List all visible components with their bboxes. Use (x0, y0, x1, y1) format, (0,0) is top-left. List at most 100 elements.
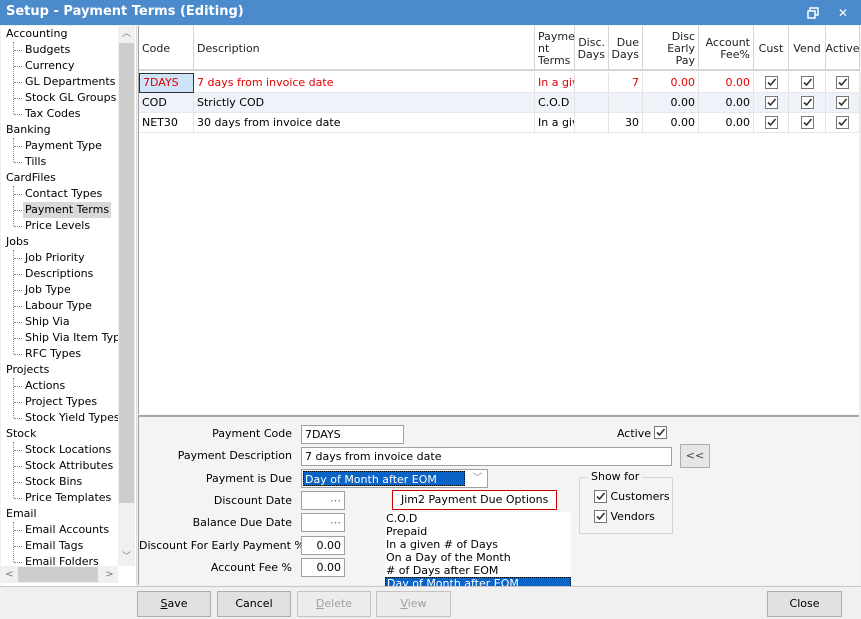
cell-terms[interactable]: In a giv (535, 73, 575, 93)
cell-disc-early[interactable]: 0.00 (643, 93, 699, 113)
chevron-down-icon[interactable]: ﹀ (468, 470, 487, 487)
table-row[interactable]: COD Strictly COD C.O.D 0.00 0.00 (139, 93, 860, 113)
checkbox[interactable] (764, 115, 778, 129)
scroll-left-icon[interactable]: < (1, 566, 18, 583)
view-button[interactable]: View (376, 591, 451, 617)
tree-horizontal-scrollbar[interactable]: < > (1, 566, 118, 583)
close-icon[interactable]: ✕ (835, 5, 851, 21)
checkbox[interactable] (800, 95, 814, 109)
checkbox[interactable] (764, 95, 778, 109)
dropdown-option[interactable]: In a given # of Days (385, 538, 571, 551)
column-header[interactable]: Cust (754, 26, 789, 71)
tree-item[interactable]: Currency (23, 58, 77, 74)
scroll-down-icon[interactable]: ﹀ (118, 549, 135, 566)
cell-fee[interactable]: 0.00 (699, 73, 754, 93)
cell-cust[interactable] (754, 73, 789, 93)
tree-group[interactable]: Projects (6, 362, 49, 378)
cell-disc-days[interactable] (575, 93, 609, 113)
cell-disc-early[interactable]: 0.00 (643, 113, 699, 133)
balance-due-date-picker[interactable]: ⋯ (301, 513, 345, 532)
checkbox[interactable] (836, 95, 849, 109)
cell-cust[interactable] (754, 93, 789, 113)
dropdown-option[interactable]: On a Day of the Month (385, 551, 571, 564)
scroll-thumb[interactable] (119, 43, 134, 503)
tree-item[interactable]: Email Folders (23, 554, 101, 566)
checkbox[interactable] (764, 75, 778, 89)
tree-item[interactable]: Price Templates (23, 490, 113, 506)
checkbox[interactable] (800, 115, 814, 129)
dropdown-option[interactable]: C.O.D (385, 512, 571, 525)
restore-icon[interactable] (805, 5, 821, 21)
table-row[interactable]: NET30 30 days from invoice date In a giv 30… (139, 113, 860, 133)
vendors-checkbox[interactable] (594, 509, 607, 523)
cell-code[interactable]: NET30 (139, 113, 194, 133)
tree-item[interactable]: Email Tags (23, 538, 85, 554)
column-header[interactable]: Active (825, 26, 860, 71)
tree-item[interactable]: RFC Types (23, 346, 83, 362)
column-header[interactable]: Disc Early Pay (643, 26, 699, 71)
tree-item[interactable]: Tills (23, 154, 48, 170)
cell-description[interactable]: Strictly COD (194, 93, 535, 113)
cell-disc-days[interactable] (575, 113, 609, 133)
cell-due-days[interactable]: 7 (609, 73, 643, 93)
cell-active[interactable] (826, 113, 860, 133)
tree-group[interactable]: CardFiles (6, 170, 56, 186)
cell-disc-days[interactable] (575, 73, 609, 93)
tree-group[interactable]: Banking (6, 122, 51, 138)
cell-code[interactable]: 7DAYS (139, 73, 194, 93)
cell-terms[interactable]: C.O.D (535, 93, 575, 113)
tree-item[interactable]: Project Types (23, 394, 99, 410)
payment-due-select[interactable]: Day of Month after EOM ﹀ (301, 469, 488, 488)
tree-item[interactable]: GL Departments (23, 74, 117, 90)
cell-terms[interactable]: In a giv (535, 113, 575, 133)
cell-vend[interactable] (789, 113, 826, 133)
tree-group[interactable]: Email (6, 506, 37, 522)
tree-item[interactable]: Labour Type (23, 298, 94, 314)
cell-fee[interactable]: 0.00 (699, 113, 754, 133)
column-header[interactable]: Description (194, 26, 535, 71)
tree-item[interactable]: Stock Locations (23, 442, 113, 458)
tree-item[interactable]: Descriptions (23, 266, 95, 282)
table-row[interactable]: 7DAYS 7 days from invoice date In a giv 7 0.… (139, 73, 860, 93)
column-header[interactable]: Vend (789, 26, 826, 71)
tree-item[interactable]: Actions (23, 378, 67, 394)
cell-due-days[interactable]: 30 (609, 113, 643, 133)
tree-item[interactable]: Tax Codes (23, 106, 83, 122)
dropdown-option[interactable]: Prepaid (385, 525, 571, 538)
tree-item[interactable]: Job Type (23, 282, 73, 298)
cell-disc-early[interactable]: 0.00 (643, 73, 699, 93)
column-header[interactable]: Code (139, 26, 194, 71)
active-checkbox[interactable] (654, 426, 667, 439)
dropdown-option[interactable]: # of Days after EOM (385, 564, 571, 577)
scroll-up-icon[interactable]: ︿ (118, 26, 135, 43)
tree-group[interactable]: Stock (6, 426, 36, 442)
column-header[interactable]: Due Days (609, 26, 643, 71)
cell-code[interactable]: COD (139, 93, 194, 113)
collapse-button[interactable]: << (680, 444, 710, 468)
tree-item[interactable]: Payment Type (23, 138, 104, 154)
cell-vend[interactable] (789, 73, 826, 93)
payment-code-input[interactable]: 7DAYS (301, 425, 404, 444)
column-header[interactable]: Disc. Days (575, 26, 609, 71)
payment-description-input[interactable]: 7 days from invoice date (301, 447, 672, 466)
checkbox[interactable] (836, 75, 849, 89)
tree-item[interactable]: Stock Bins (23, 474, 84, 490)
checkbox[interactable] (800, 75, 814, 89)
save-button[interactable]: Save (137, 591, 211, 617)
tree-item[interactable]: Stock GL Groups (23, 90, 118, 106)
column-header[interactable]: Account Fee% (699, 26, 754, 71)
tree-item[interactable]: Contact Types (23, 186, 104, 202)
cell-description[interactable]: 30 days from invoice date (194, 113, 535, 133)
cell-active[interactable] (826, 73, 860, 93)
tree-vertical-scrollbar[interactable]: ︿ ﹀ (118, 26, 135, 566)
cell-cust[interactable] (754, 113, 789, 133)
vendors-option[interactable]: Vendors (594, 509, 655, 523)
scroll-thumb[interactable] (18, 567, 98, 582)
discount-date-picker[interactable]: ⋯ (301, 491, 345, 510)
cell-fee[interactable]: 0.00 (699, 93, 754, 113)
cell-description[interactable]: 7 days from invoice date (194, 73, 535, 93)
tree-item[interactable]: Payment Terms (23, 202, 112, 218)
account-fee-input[interactable]: 0.00 (301, 558, 345, 577)
tree-item[interactable]: Ship Via Item Types (23, 330, 118, 346)
tree-item[interactable]: Ship Via (23, 314, 72, 330)
